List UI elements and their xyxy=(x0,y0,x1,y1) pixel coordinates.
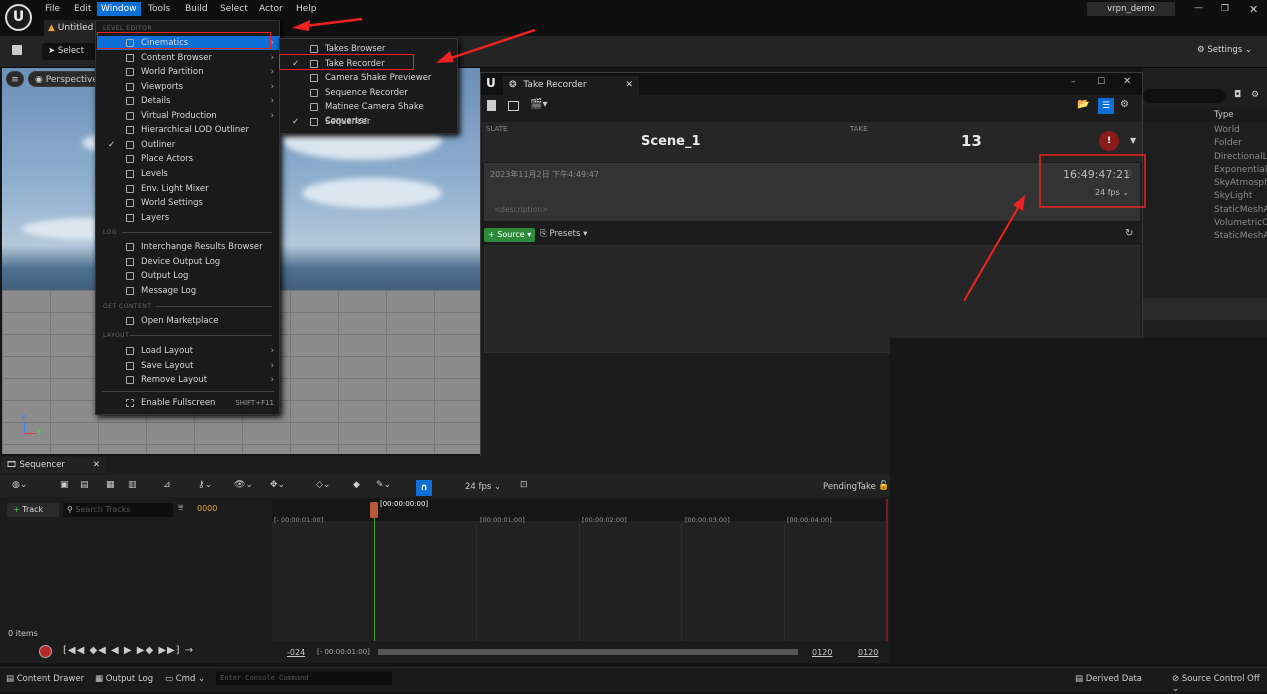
annotation-arrows xyxy=(292,17,1146,302)
red-arrow xyxy=(963,195,1025,302)
red-arrow xyxy=(436,28,536,63)
red-arrow xyxy=(292,17,363,31)
timecode-highlight-box xyxy=(1039,154,1146,208)
